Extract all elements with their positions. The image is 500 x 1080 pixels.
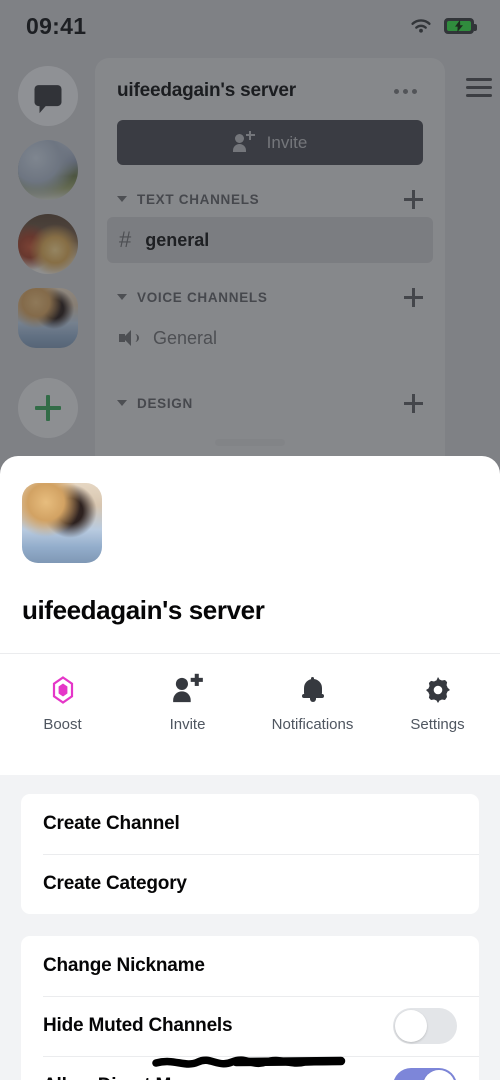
row-label: Create Category: [43, 873, 187, 894]
person-add-icon: [172, 673, 203, 704]
toggle-allow-direct-messages[interactable]: [393, 1068, 457, 1080]
page-title: uifeedagain's server: [22, 595, 265, 625]
card-create: Create Channel Create Category: [21, 794, 479, 914]
row-label: Hide Muted Channels: [43, 1015, 233, 1036]
row-create-channel[interactable]: Create Channel: [21, 794, 479, 854]
row-label: Change Nickname: [43, 955, 205, 976]
gear-icon: [425, 676, 451, 704]
toggle-knob: [395, 1010, 427, 1042]
action-invite[interactable]: Invite: [125, 673, 250, 733]
row-label: Allow Direct Messages: [43, 1075, 245, 1080]
action-boost[interactable]: Boost: [0, 676, 125, 733]
toggle-knob: [423, 1070, 455, 1080]
action-label: Settings: [410, 716, 465, 733]
row-label: Create Channel: [43, 813, 180, 834]
action-label: Invite: [169, 716, 206, 733]
sheet-header: uifeedagain's server: [0, 456, 500, 626]
row-change-nickname[interactable]: Change Nickname: [21, 936, 479, 996]
card-preferences: Change Nickname Hide Muted Channels Allo…: [21, 936, 479, 1080]
action-label: Boost: [43, 716, 82, 733]
avatar: [22, 483, 102, 563]
action-label: Notifications: [271, 716, 354, 733]
bell-icon: [301, 676, 324, 704]
quick-actions-row: Boost Invite Notifications Settings: [0, 653, 500, 753]
action-notifications[interactable]: Notifications: [250, 676, 375, 733]
lightning-bolt-icon: [455, 20, 463, 32]
boost-gem-icon: [51, 676, 75, 704]
row-hide-muted-channels[interactable]: Hide Muted Channels: [21, 996, 479, 1056]
server-avatar: [22, 483, 102, 563]
row-create-category[interactable]: Create Category: [21, 854, 479, 914]
action-settings[interactable]: Settings: [375, 676, 500, 733]
server-options-sheet: uifeedagain's server Boost Invite Notifi…: [0, 456, 500, 1080]
toggle-hide-muted-channels[interactable]: [393, 1008, 457, 1044]
row-allow-direct-messages[interactable]: Allow Direct Messages: [21, 1056, 479, 1080]
options-list: Create Channel Create Category Change Ni…: [0, 775, 500, 1080]
